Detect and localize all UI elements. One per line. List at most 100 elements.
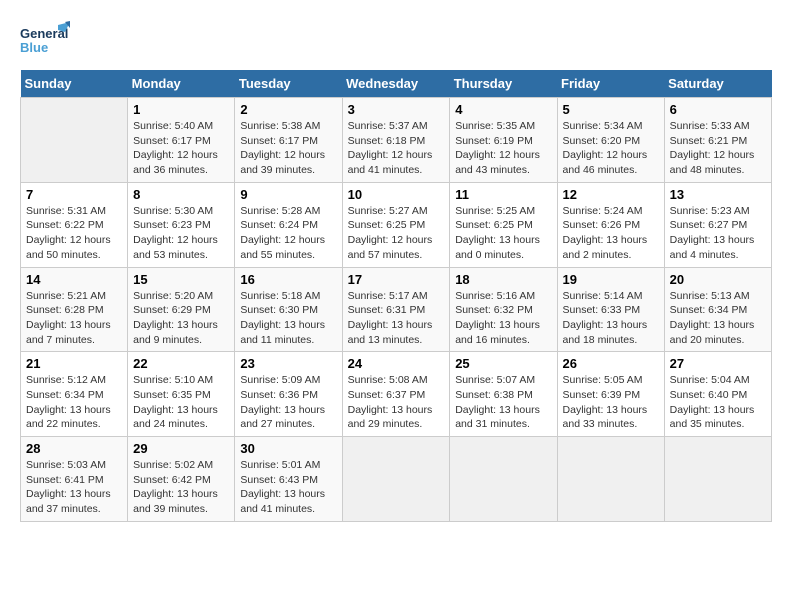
day-info: Sunrise: 5:08 AMSunset: 6:37 PMDaylight:… bbox=[348, 373, 445, 432]
calendar-cell: 2Sunrise: 5:38 AMSunset: 6:17 PMDaylight… bbox=[235, 98, 342, 183]
calendar-cell: 12 Sunrise: 5:24 AMSunset: 6:26 PMDayligh… bbox=[557, 182, 664, 267]
day-number: 8 bbox=[133, 187, 229, 202]
day-number: 19 bbox=[563, 272, 659, 287]
day-number: 28 bbox=[26, 441, 122, 456]
day-number: 6 bbox=[670, 102, 766, 117]
weekday-header: Saturday bbox=[664, 70, 771, 98]
calendar-cell bbox=[21, 98, 128, 183]
day-info: Sunrise: 5:10 AMSunset: 6:35 PMDaylight:… bbox=[133, 373, 229, 432]
day-number: 12 bbox=[563, 187, 659, 202]
calendar-cell: 10 Sunrise: 5:27 AMSunset: 6:25 PMDayligh… bbox=[342, 182, 450, 267]
calendar-cell: 6 Sunrise: 5:33 AMSunset: 6:21 PMDaylight… bbox=[664, 98, 771, 183]
day-number: 21 bbox=[26, 356, 122, 371]
day-info: Sunrise: 5:37 AMSunset: 6:18 PMDaylight:… bbox=[348, 119, 445, 178]
calendar-cell: 16Sunrise: 5:18 AMSunset: 6:30 PMDayligh… bbox=[235, 267, 342, 352]
weekday-header: Tuesday bbox=[235, 70, 342, 98]
day-info: Sunrise: 5:35 AMSunset: 6:19 PMDaylight:… bbox=[455, 119, 551, 178]
day-info: Sunrise: 5:25 AMSunset: 6:25 PMDaylight:… bbox=[455, 204, 551, 263]
svg-text:Blue: Blue bbox=[20, 40, 48, 55]
calendar-cell: 5 Sunrise: 5:34 AMSunset: 6:20 PMDaylight… bbox=[557, 98, 664, 183]
day-number: 5 bbox=[563, 102, 659, 117]
weekday-header-row: SundayMondayTuesdayWednesdayThursdayFrid… bbox=[21, 70, 772, 98]
calendar-cell: 20Sunrise: 5:13 AMSunset: 6:34 PMDayligh… bbox=[664, 267, 771, 352]
day-info: Sunrise: 5:20 AMSunset: 6:29 PMDaylight:… bbox=[133, 289, 229, 348]
day-number: 25 bbox=[455, 356, 551, 371]
day-number: 29 bbox=[133, 441, 229, 456]
calendar-cell: 22 Sunrise: 5:10 AMSunset: 6:35 PMDayligh… bbox=[128, 352, 235, 437]
weekday-header: Friday bbox=[557, 70, 664, 98]
calendar-cell: 3 Sunrise: 5:37 AMSunset: 6:18 PMDaylight… bbox=[342, 98, 450, 183]
day-info: Sunrise: 5:05 AMSunset: 6:39 PMDaylight:… bbox=[563, 373, 659, 432]
calendar-cell: 27 Sunrise: 5:04 AMSunset: 6:40 PMDayligh… bbox=[664, 352, 771, 437]
day-number: 27 bbox=[670, 356, 766, 371]
day-number: 30 bbox=[240, 441, 336, 456]
day-info: Sunrise: 5:28 AMSunset: 6:24 PMDaylight:… bbox=[240, 204, 336, 263]
weekday-header: Wednesday bbox=[342, 70, 450, 98]
day-number: 13 bbox=[670, 187, 766, 202]
calendar-cell: 19 Sunrise: 5:14 AMSunset: 6:33 PMDayligh… bbox=[557, 267, 664, 352]
day-info: Sunrise: 5:04 AMSunset: 6:40 PMDaylight:… bbox=[670, 373, 766, 432]
page-header: General Blue bbox=[20, 20, 772, 60]
calendar-cell: 11 Sunrise: 5:25 AMSunset: 6:25 PMDayligh… bbox=[450, 182, 557, 267]
calendar-cell bbox=[450, 437, 557, 522]
day-number: 16 bbox=[240, 272, 336, 287]
day-number: 17 bbox=[348, 272, 445, 287]
calendar-cell: 8Sunrise: 5:30 AMSunset: 6:23 PMDaylight… bbox=[128, 182, 235, 267]
calendar-cell: 4 Sunrise: 5:35 AMSunset: 6:19 PMDaylight… bbox=[450, 98, 557, 183]
day-number: 23 bbox=[240, 356, 336, 371]
calendar-cell: 28 Sunrise: 5:03 AMSunset: 6:41 PMDayligh… bbox=[21, 437, 128, 522]
day-info: Sunrise: 5:07 AMSunset: 6:38 PMDaylight:… bbox=[455, 373, 551, 432]
day-info: Sunrise: 5:02 AMSunset: 6:42 PMDaylight:… bbox=[133, 458, 229, 517]
calendar-cell: 26 Sunrise: 5:05 AMSunset: 6:39 PMDayligh… bbox=[557, 352, 664, 437]
calendar-week-row: 21 Sunrise: 5:12 AMSunset: 6:34 PMDayligh… bbox=[21, 352, 772, 437]
calendar-cell: 17Sunrise: 5:17 AMSunset: 6:31 PMDayligh… bbox=[342, 267, 450, 352]
day-number: 11 bbox=[455, 187, 551, 202]
day-number: 26 bbox=[563, 356, 659, 371]
day-info: Sunrise: 5:27 AMSunset: 6:25 PMDaylight:… bbox=[348, 204, 445, 263]
day-info: Sunrise: 5:21 AMSunset: 6:28 PMDaylight:… bbox=[26, 289, 122, 348]
calendar-cell bbox=[342, 437, 450, 522]
day-number: 9 bbox=[240, 187, 336, 202]
day-info: Sunrise: 5:09 AMSunset: 6:36 PMDaylight:… bbox=[240, 373, 336, 432]
calendar-cell bbox=[664, 437, 771, 522]
logo: General Blue bbox=[20, 20, 70, 60]
day-number: 24 bbox=[348, 356, 445, 371]
calendar-cell: 18Sunrise: 5:16 AMSunset: 6:32 PMDayligh… bbox=[450, 267, 557, 352]
day-info: Sunrise: 5:14 AMSunset: 6:33 PMDaylight:… bbox=[563, 289, 659, 348]
day-info: Sunrise: 5:23 AMSunset: 6:27 PMDaylight:… bbox=[670, 204, 766, 263]
day-number: 14 bbox=[26, 272, 122, 287]
calendar-cell: 1 Sunrise: 5:40 AMSunset: 6:17 PMDaylight… bbox=[128, 98, 235, 183]
day-number: 4 bbox=[455, 102, 551, 117]
weekday-header: Monday bbox=[128, 70, 235, 98]
day-info: Sunrise: 5:24 AMSunset: 6:26 PMDaylight:… bbox=[563, 204, 659, 263]
calendar-cell: 25 Sunrise: 5:07 AMSunset: 6:38 PMDayligh… bbox=[450, 352, 557, 437]
day-number: 3 bbox=[348, 102, 445, 117]
day-info: Sunrise: 5:16 AMSunset: 6:32 PMDaylight:… bbox=[455, 289, 551, 348]
calendar-cell: 9 Sunrise: 5:28 AMSunset: 6:24 PMDaylight… bbox=[235, 182, 342, 267]
weekday-header: Sunday bbox=[21, 70, 128, 98]
day-info: Sunrise: 5:31 AMSunset: 6:22 PMDaylight:… bbox=[26, 204, 122, 263]
day-number: 22 bbox=[133, 356, 229, 371]
day-number: 7 bbox=[26, 187, 122, 202]
day-number: 1 bbox=[133, 102, 229, 117]
day-info: Sunrise: 5:34 AMSunset: 6:20 PMDaylight:… bbox=[563, 119, 659, 178]
calendar-cell: 13 Sunrise: 5:23 AMSunset: 6:27 PMDayligh… bbox=[664, 182, 771, 267]
calendar-table: SundayMondayTuesdayWednesdayThursdayFrid… bbox=[20, 70, 772, 522]
day-info: Sunrise: 5:33 AMSunset: 6:21 PMDaylight:… bbox=[670, 119, 766, 178]
day-info: Sunrise: 5:12 AMSunset: 6:34 PMDaylight:… bbox=[26, 373, 122, 432]
calendar-cell: 23 Sunrise: 5:09 AMSunset: 6:36 PMDayligh… bbox=[235, 352, 342, 437]
calendar-cell: 24 Sunrise: 5:08 AMSunset: 6:37 PMDayligh… bbox=[342, 352, 450, 437]
day-number: 10 bbox=[348, 187, 445, 202]
calendar-week-row: 1 Sunrise: 5:40 AMSunset: 6:17 PMDaylight… bbox=[21, 98, 772, 183]
calendar-cell: 15 Sunrise: 5:20 AMSunset: 6:29 PMDayligh… bbox=[128, 267, 235, 352]
day-info: Sunrise: 5:03 AMSunset: 6:41 PMDaylight:… bbox=[26, 458, 122, 517]
calendar-cell: 7 Sunrise: 5:31 AMSunset: 6:22 PMDaylight… bbox=[21, 182, 128, 267]
calendar-cell bbox=[557, 437, 664, 522]
calendar-week-row: 14 Sunrise: 5:21 AMSunset: 6:28 PMDayligh… bbox=[21, 267, 772, 352]
day-info: Sunrise: 5:40 AMSunset: 6:17 PMDaylight:… bbox=[133, 119, 229, 178]
calendar-cell: 29 Sunrise: 5:02 AMSunset: 6:42 PMDayligh… bbox=[128, 437, 235, 522]
calendar-week-row: 28 Sunrise: 5:03 AMSunset: 6:41 PMDayligh… bbox=[21, 437, 772, 522]
weekday-header: Thursday bbox=[450, 70, 557, 98]
day-number: 20 bbox=[670, 272, 766, 287]
day-number: 15 bbox=[133, 272, 229, 287]
